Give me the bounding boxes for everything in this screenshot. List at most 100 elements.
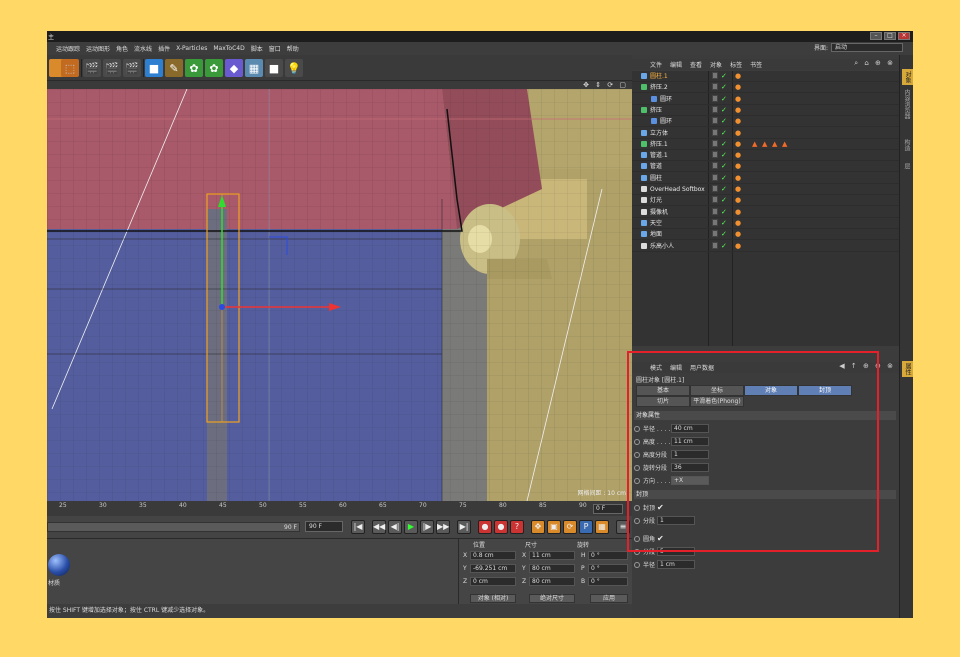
position-z-field[interactable]: 0 cm — [470, 577, 516, 586]
enabled-check-icon[interactable]: ✓ — [721, 174, 727, 182]
visibility-flag[interactable] — [712, 196, 718, 204]
object-name[interactable]: 挤压.2 — [650, 82, 668, 93]
viewport-nav-icons[interactable]: ✥ ⇕ ⟳ ▢ — [583, 81, 628, 89]
object-name[interactable]: 地面 — [650, 229, 662, 240]
cube-icon[interactable]: ■ — [145, 59, 163, 77]
visibility-flag[interactable] — [712, 230, 718, 238]
enabled-check-icon[interactable]: ✓ — [721, 117, 727, 125]
om-menu-item[interactable]: 编辑 — [666, 60, 686, 69]
fillet-radius-field[interactable]: 1 cm — [657, 560, 695, 569]
enabled-check-icon[interactable]: ✓ — [721, 106, 727, 114]
om-menu-item[interactable]: 标签 — [726, 60, 746, 69]
anim-dot-icon[interactable] — [634, 451, 640, 458]
subdivision-icon[interactable]: ✿ — [185, 59, 203, 77]
anim-dot-icon[interactable] — [634, 548, 640, 555]
coord-mode-dropdown[interactable]: 对象 (相对) — [470, 594, 516, 603]
anim-dot-icon[interactable] — [634, 477, 640, 484]
anim-dot-icon[interactable] — [634, 504, 640, 511]
enabled-check-icon[interactable]: ✓ — [721, 242, 727, 250]
enabled-check-icon[interactable]: ✓ — [721, 151, 727, 159]
object-row[interactable]: 圆柱.1 ✓ ● — [632, 71, 899, 82]
tab-coord[interactable]: 坐标 — [690, 385, 744, 396]
enabled-check-icon[interactable]: ✓ — [721, 162, 727, 170]
side-tab-objects[interactable]: 对象 — [902, 69, 913, 85]
am-menu-item[interactable]: 模式 — [646, 363, 666, 372]
rotation-h-field[interactable]: 0 ° — [588, 551, 628, 560]
radius-field[interactable]: 40 cm — [671, 424, 709, 433]
anim-dot-icon[interactable] — [634, 438, 640, 445]
tab-basic[interactable]: 基本 — [636, 385, 690, 396]
object-row[interactable]: 摄像机 ✓ ● — [632, 207, 899, 218]
visibility-flag[interactable] — [712, 117, 718, 125]
visibility-flag[interactable] — [712, 218, 718, 226]
am-toolbar-icons[interactable]: ◀ ↑ ⊕ ⊕ ⊗ — [839, 362, 895, 370]
menu-item[interactable]: 运动图形 — [83, 44, 113, 53]
visibility-flag[interactable] — [712, 173, 718, 181]
om-menu-item[interactable]: 书签 — [746, 60, 766, 69]
tag-icon[interactable]: ● — [735, 129, 741, 137]
visibility-flag[interactable] — [712, 72, 718, 79]
fillet-checkbox[interactable]: ✔ — [657, 534, 664, 543]
tab-phong[interactable]: 平滑着色(Phong) — [690, 396, 744, 407]
array-icon[interactable]: ✿ — [205, 59, 223, 77]
object-name[interactable]: 圆环 — [660, 116, 672, 127]
object-row[interactable]: 圆环 ✓ ● — [632, 116, 899, 128]
am-menu-item[interactable]: 用户数据 — [686, 363, 718, 372]
goto-end-button[interactable]: ▶| — [457, 520, 471, 534]
visibility-flag[interactable] — [712, 207, 718, 215]
camera-icon[interactable]: ■ — [265, 59, 283, 77]
enabled-check-icon[interactable]: ✓ — [721, 230, 727, 238]
deformer-icon[interactable]: ◆ — [225, 59, 243, 77]
tag-icon[interactable]: ● — [735, 95, 741, 103]
tag-icon[interactable]: ● — [735, 72, 741, 80]
tag-icon[interactable]: ● — [735, 185, 741, 193]
timeline-menu-button[interactable]: ≡ — [616, 520, 630, 534]
3d-viewport[interactable]: 网格间距 : 10 cm — [47, 89, 632, 501]
key-pla-button[interactable]: ▦ — [595, 520, 609, 534]
object-row[interactable]: 挤压.1 ✓ ● ▲ ▲ ▲ ▲ — [632, 139, 899, 150]
enabled-check-icon[interactable]: ✓ — [721, 72, 727, 80]
pen-icon[interactable]: ✎ — [165, 59, 183, 77]
goto-start-button[interactable]: |◀ — [351, 520, 365, 534]
render-picture-icon[interactable]: 🎬 — [103, 59, 121, 77]
object-row[interactable]: 灯光 ✓ ● — [632, 195, 899, 207]
enabled-check-icon[interactable]: ✓ — [721, 95, 727, 103]
menu-item[interactable]: 运动跟踪 — [53, 44, 83, 53]
menu-item[interactable]: 脚本 — [248, 44, 266, 53]
apply-button[interactable]: 应用 — [590, 594, 628, 603]
cap-segments-field[interactable]: 1 — [657, 516, 695, 525]
menu-item[interactable]: 流水线 — [131, 44, 155, 53]
timeline-ruler[interactable]: 25 30 35 40 45 50 55 60 65 70 75 80 85 9… — [47, 501, 632, 516]
tag-icon[interactable]: ● — [735, 219, 741, 227]
caps-checkbox[interactable]: ✔ — [657, 503, 664, 512]
tab-caps[interactable]: 封顶 — [798, 385, 852, 396]
material-swatch[interactable] — [48, 554, 70, 576]
om-menu-item[interactable]: 查看 — [686, 60, 706, 69]
key-rotation-button[interactable]: ⟳ — [563, 520, 577, 534]
tag-icon[interactable]: ● — [735, 196, 741, 204]
next-key-button[interactable]: ▶▶ — [436, 520, 450, 534]
orientation-dropdown[interactable]: +X — [671, 476, 709, 485]
record-button[interactable]: ● — [478, 520, 492, 534]
enabled-check-icon[interactable]: ✓ — [721, 140, 727, 148]
object-name[interactable]: 天空 — [650, 218, 662, 229]
layout-dropdown[interactable]: 启动 — [831, 43, 903, 52]
object-row[interactable]: 立方体 ✓ ● — [632, 128, 899, 139]
section-caps[interactable]: 封顶 — [634, 490, 896, 499]
tag-icon[interactable]: ● — [735, 208, 741, 216]
tag-icon[interactable]: ● — [735, 117, 741, 125]
position-y-field[interactable]: -69.251 cm — [470, 564, 516, 573]
tag-icon[interactable]: ● — [735, 140, 741, 148]
size-z-field[interactable]: 80 cm — [529, 577, 575, 586]
maximize-button[interactable]: □ — [884, 32, 896, 40]
size-x-field[interactable]: 11 cm — [529, 551, 575, 560]
rotation-segments-field[interactable]: 36 — [671, 463, 709, 472]
prev-frame-button[interactable]: ◀| — [388, 520, 402, 534]
side-tab-attributes[interactable]: 属性 — [902, 361, 913, 377]
enabled-check-icon[interactable]: ✓ — [721, 196, 727, 204]
om-menu-item[interactable]: 文件 — [646, 60, 666, 69]
rotation-p-field[interactable]: 0 ° — [588, 564, 628, 573]
visibility-flag[interactable] — [712, 105, 718, 113]
tag-icon[interactable]: ● — [735, 162, 741, 170]
tag-icon[interactable]: ● — [735, 106, 741, 114]
